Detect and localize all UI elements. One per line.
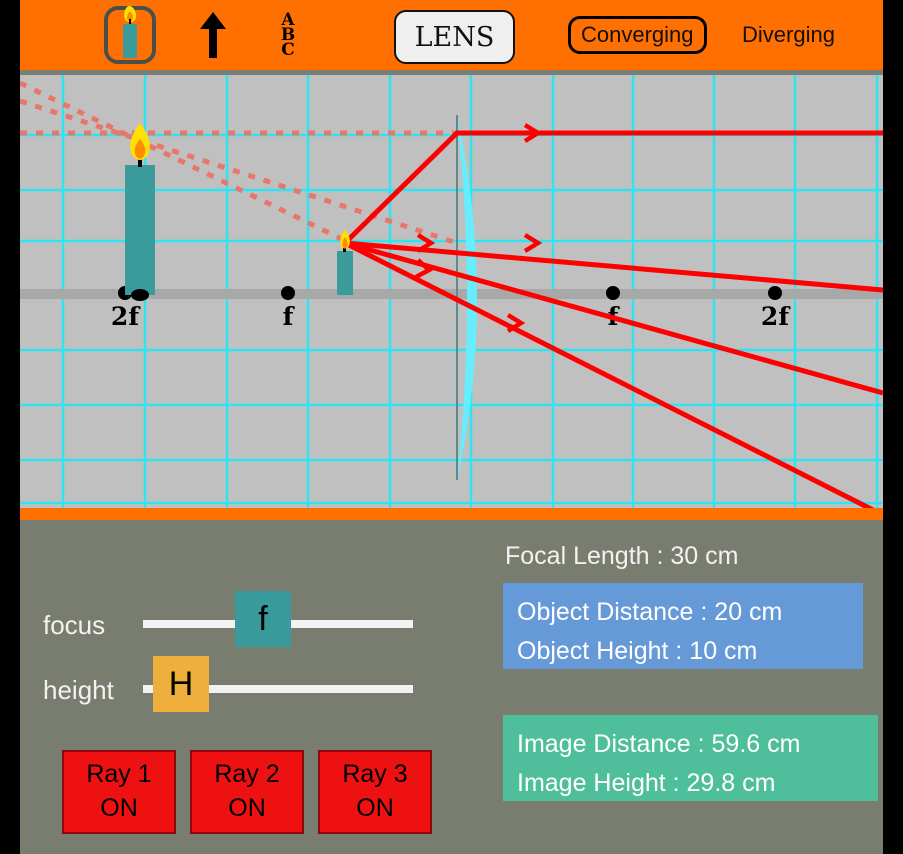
height-slider-handle-label: H (168, 664, 194, 703)
abc-tool-button[interactable]: A B C (265, 6, 311, 64)
ray-3-state: ON (356, 794, 394, 822)
mode-diverging-button[interactable]: Diverging (732, 16, 845, 54)
candle-icon (119, 5, 141, 58)
ray-2-name: Ray 2 (214, 760, 280, 789)
arrow-up-icon (200, 12, 226, 58)
app-stage: A B C LENS Converging Diverging 2f f f 2… (20, 0, 883, 854)
image-height-readout: Image Height : 29.8 cm (517, 768, 776, 797)
ray-2-button[interactable]: Ray 2 ON (190, 750, 304, 834)
abc-letter-c: C (281, 39, 295, 60)
svg-text:f: f (283, 302, 296, 331)
svg-text:2f: 2f (111, 302, 141, 331)
control-panel: focus f height H Ray 1 ON Ray 2 ON Ray 3… (20, 520, 883, 854)
mode-diverging-label: Diverging (742, 22, 835, 47)
ray-diagram[interactable]: 2f f f 2f (20, 75, 883, 508)
ray-1-state: ON (100, 794, 138, 822)
mode-converging-button[interactable]: Converging (568, 16, 707, 54)
focus-slider-label: focus (43, 610, 106, 640)
candle-tool-button[interactable] (104, 5, 156, 64)
lens-button[interactable]: LENS (394, 10, 515, 64)
section-divider (20, 508, 883, 520)
image-readout-box: Image Distance : 59.6 cm Image Height : … (503, 715, 878, 801)
object-height-readout: Object Height : 10 cm (517, 636, 758, 665)
arrow-tool-button[interactable] (190, 6, 236, 64)
ray-1-button[interactable]: Ray 1 ON (62, 750, 176, 834)
lens-button-label: LENS (414, 21, 495, 53)
ray-2-state: ON (228, 794, 266, 822)
object-readout-box: Object Distance : 20 cm Object Height : … (503, 583, 863, 669)
mode-converging-label: Converging (581, 22, 694, 47)
focal-marker-labels: 2f f f 2f (111, 302, 791, 331)
object-distance-readout: Object Distance : 20 cm (517, 598, 783, 626)
svg-text:2f: 2f (761, 302, 791, 331)
abc-text-icon: A B C (281, 11, 295, 60)
focus-slider-handle-label: f (258, 599, 268, 638)
object-candle (125, 123, 155, 301)
height-slider-label: height (43, 675, 114, 705)
focus-slider-handle[interactable]: f (235, 591, 291, 647)
image-distance-readout: Image Distance : 59.6 cm (517, 730, 801, 758)
ray-3-name: Ray 3 (342, 760, 408, 789)
height-slider-handle[interactable]: H (153, 656, 209, 712)
ray-1-name: Ray 1 (86, 760, 152, 789)
ray-3-button[interactable]: Ray 3 ON (318, 750, 432, 834)
focal-length-readout: Focal Length : 30 cm (505, 542, 739, 570)
virtual-rays (20, 80, 458, 246)
ray-diagram-canvas: 2f f f 2f (20, 75, 883, 508)
toolbar: A B C LENS Converging Diverging (20, 0, 883, 70)
